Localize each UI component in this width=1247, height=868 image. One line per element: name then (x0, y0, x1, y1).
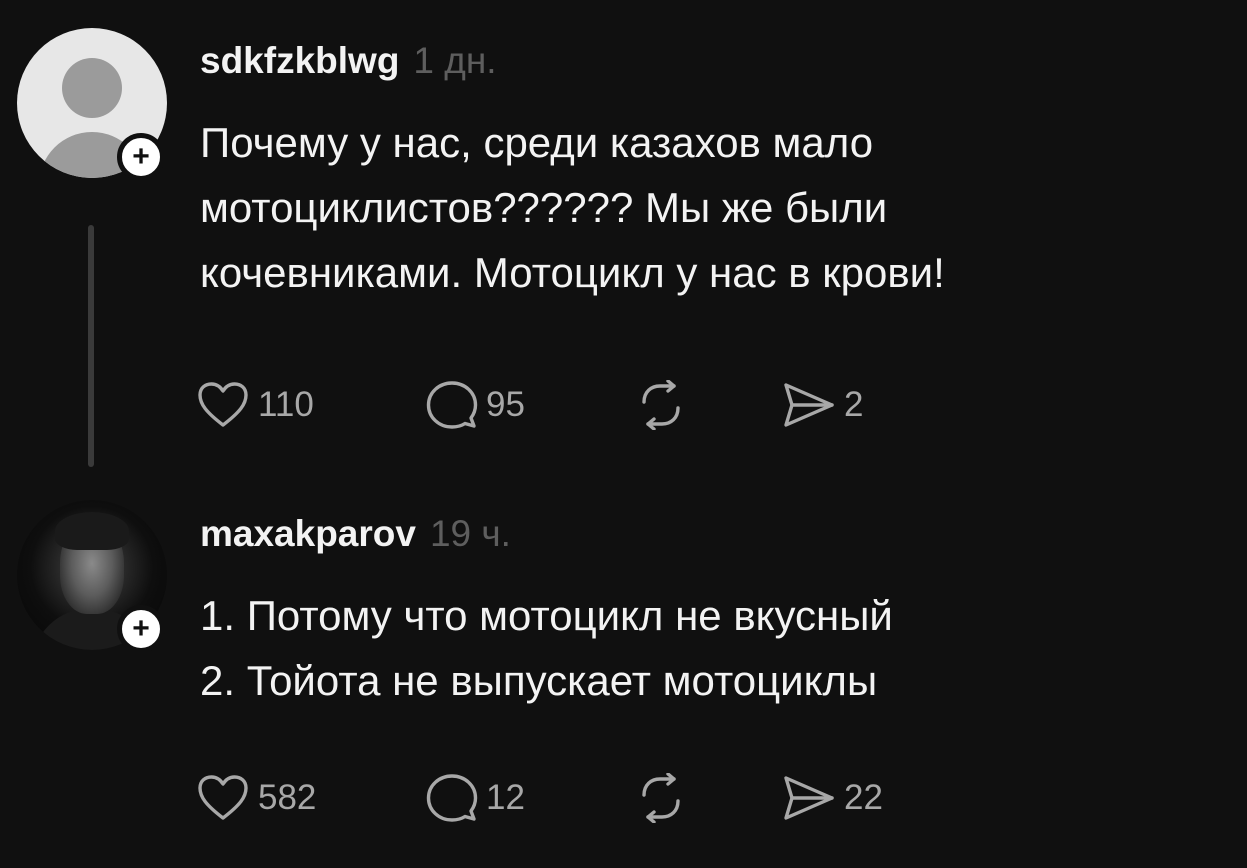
timestamp: 19 ч. (429, 513, 511, 554)
heart-icon (198, 775, 248, 820)
like-count: 110 (258, 385, 314, 424)
plus-icon: + (132, 612, 150, 645)
action-bar: 110 95 2 (196, 380, 863, 430)
username[interactable]: maxakparov (200, 513, 416, 555)
repost-button[interactable] (634, 380, 782, 430)
like-button[interactable]: 582 (196, 774, 426, 822)
username[interactable]: sdkfzkblwg (200, 40, 399, 82)
repost-icon (642, 380, 680, 430)
post-header: sdkfzkblwg 1 дн. (200, 40, 497, 82)
share-count: 22 (844, 778, 883, 817)
send-icon (784, 383, 834, 427)
send-icon (784, 776, 834, 820)
comment-count: 95 (486, 385, 525, 424)
post-2: + maxakparov 19 ч. 1. Потому что мотоцик… (0, 480, 1247, 868)
share-count: 2 (844, 385, 864, 424)
comment-bubble-icon (426, 381, 478, 429)
avatar[interactable]: + (17, 28, 167, 181)
follow-button[interactable]: + (117, 605, 165, 653)
post-header: maxakparov 19 ч. (200, 513, 511, 555)
heart-icon (198, 382, 248, 427)
like-count: 582 (258, 778, 317, 817)
follow-button[interactable]: + (117, 133, 165, 181)
repost-button[interactable] (634, 773, 782, 823)
share-button[interactable]: 2 (782, 381, 863, 429)
timestamp: 1 дн. (413, 40, 497, 81)
post-text: 1. Потому что мотоцикл не вкусный 2. Той… (200, 592, 893, 704)
comment-button[interactable]: 95 (426, 380, 634, 430)
post-1: + sdkfzkblwg 1 дн. Почему у нас, среди к… (0, 0, 1247, 480)
thread-line (88, 225, 94, 467)
like-button[interactable]: 110 (196, 381, 426, 429)
action-bar: 582 12 22 (196, 773, 883, 823)
share-button[interactable]: 22 (782, 774, 883, 822)
repost-icon (642, 773, 680, 823)
avatar[interactable]: + (17, 500, 167, 653)
plus-icon: + (132, 140, 150, 173)
post-text: Почему у нас, среди казахов мало мотоцик… (200, 119, 945, 296)
comment-bubble-icon (426, 774, 478, 822)
comment-count: 12 (486, 778, 525, 817)
comment-button[interactable]: 12 (426, 773, 634, 823)
